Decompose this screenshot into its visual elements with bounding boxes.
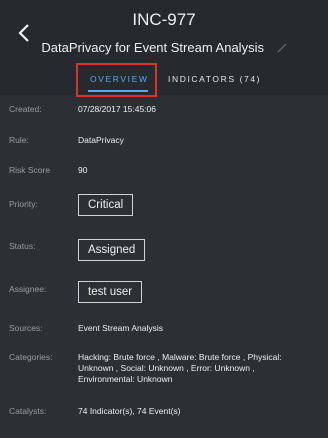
risk-score-label: Risk Score [9,165,51,175]
catalysts-label: Catalysts: [9,406,47,416]
incident-header: INC-977 DataPrivacy for Event Stream Ana… [0,0,328,97]
status-label: Status: [9,241,36,251]
sources-value: Event Stream Analysis [78,323,164,333]
created-value: 07/28/2017 15:45:06 [78,104,156,114]
assignee-label: Assignee: [9,284,47,294]
highlight-box [76,63,157,97]
status-button[interactable]: Assigned [78,239,146,261]
categories-line: Hacking: Brute force , Malware: Brute fo… [78,352,282,362]
tab-bar: OVERVIEW INDICATORS (74) [0,66,328,92]
assignee-button[interactable]: test user [78,281,143,303]
created-label: Created: [9,104,42,114]
categories-line: Unknown , Social: Unknown , Error: Unkno… [78,363,255,373]
priority-label: Priority: [9,199,38,209]
tab-indicators[interactable]: INDICATORS (74) [168,74,261,84]
categories-value: Hacking: Brute force , Malware: Brute fo… [78,352,326,385]
categories-label: Categories: [9,352,53,362]
risk-score-value: 90 [78,165,88,175]
rule-label: Rule: [9,135,29,145]
incident-title-row: DataPrivacy for Event Stream Analysis [0,40,328,56]
priority-button[interactable]: Critical [78,194,134,216]
rule-value: DataPrivacy [78,135,124,145]
incident-title: DataPrivacy for Event Stream Analysis [41,40,264,55]
catalysts-value: 74 Indicator(s), 74 Event(s) [78,406,181,416]
incident-id: INC-977 [132,10,196,29]
sources-label: Sources: [9,323,43,333]
categories-line: Environmental: Unknown [78,374,173,384]
pencil-icon[interactable] [277,41,287,56]
